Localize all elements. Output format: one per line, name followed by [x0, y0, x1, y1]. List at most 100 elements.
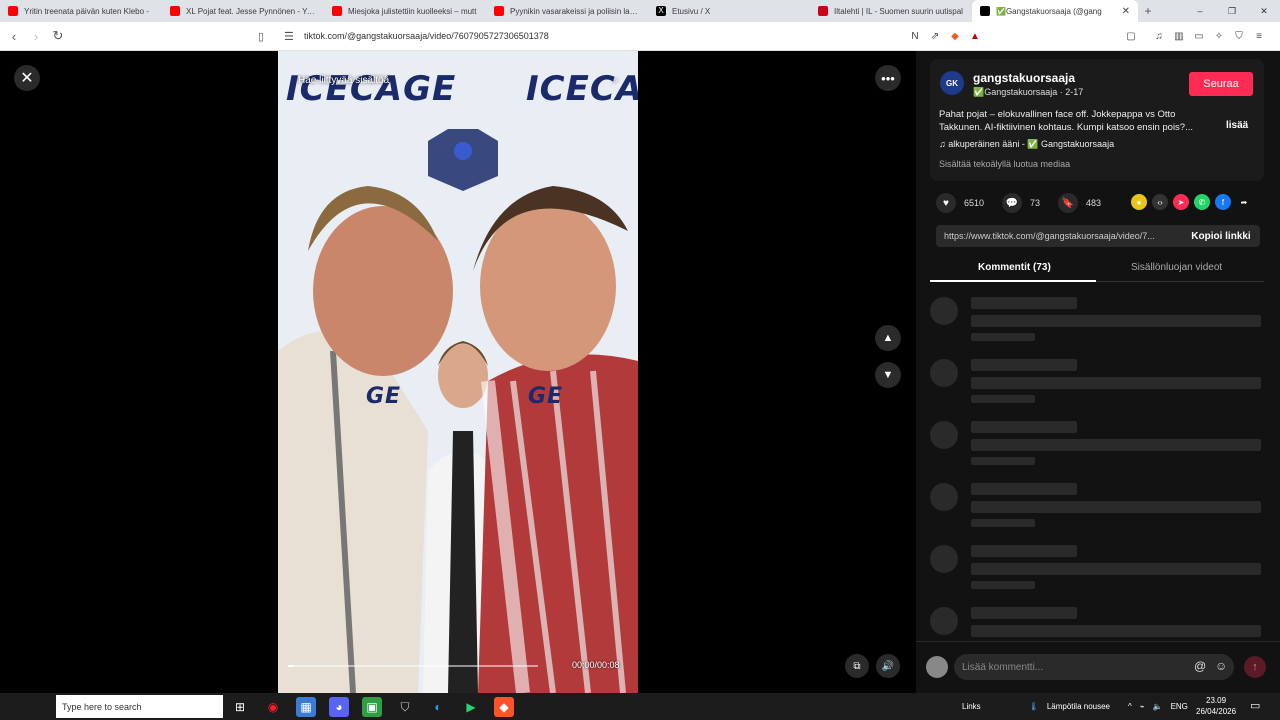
mention-icon[interactable]: @ — [1194, 659, 1206, 673]
sidebar-icon[interactable]: ▥ — [1172, 29, 1186, 43]
comment-skeleton — [930, 545, 1264, 595]
opera-icon[interactable]: ◉ — [263, 697, 283, 717]
next-video-button[interactable]: ▼ — [875, 362, 901, 388]
facebook-icon[interactable]: f — [1215, 194, 1231, 210]
back-icon[interactable]: ‹ — [4, 26, 24, 46]
video-player[interactable]: ICECAGE ICECAGE GE GE Hae liittyvää sisä… — [278, 51, 638, 693]
heart-icon[interactable]: ♥ — [936, 193, 956, 213]
show-more-link[interactable]: lisää — [1226, 120, 1248, 131]
close-window-button[interactable]: ✕ — [1248, 0, 1280, 22]
avatar[interactable]: GK — [940, 71, 964, 95]
share-link-box: https://www.tiktok.com/@gangstakuorsaaja… — [936, 225, 1260, 247]
comment-input[interactable]: Lisää kommentti... — [954, 654, 1234, 680]
music-line[interactable]: ♫ alkuperäinen ääni - ✅ Gangstakuorsaaja — [939, 139, 1114, 150]
browser-tab[interactable]: Pyynikin vasarakeissi ja poliisin laukai — [486, 0, 648, 22]
send-icon[interactable]: ➤ — [1173, 194, 1189, 210]
volume-tray-icon[interactable]: 🔈 — [1153, 702, 1163, 711]
save-count: 483 — [1086, 198, 1102, 208]
username[interactable]: gangstakuorsaaja — [973, 71, 1075, 85]
reload-icon[interactable]: ↻ — [48, 26, 68, 46]
comment-count: 73 — [1030, 198, 1041, 208]
display-name: ✅Gangstakuorsaaja · 2-17 — [973, 87, 1084, 97]
bookmark-icon[interactable]: ▯ — [258, 30, 264, 43]
translate-icon[interactable]: N — [908, 29, 922, 43]
clock-time: 23.09 — [1206, 696, 1227, 705]
tab-creator-videos[interactable]: Sisällönluojan videot — [1131, 262, 1222, 273]
embed-icon[interactable]: ‹› — [1152, 194, 1168, 210]
vpn-icon[interactable]: ⛉ — [1232, 29, 1246, 43]
video-search[interactable]: Hae liittyvää sisältöä ⌕ — [298, 71, 618, 89]
comment-icon[interactable]: 💬 — [1002, 193, 1023, 213]
close-tab-icon[interactable]: ✕ — [1122, 6, 1130, 17]
browser-tab[interactable]: Yritin treenata päivän kuten Klebo - — [0, 0, 162, 22]
copy-link-button[interactable]: Kopioi linkki — [1182, 231, 1260, 242]
brave-icon[interactable]: ◆ — [494, 697, 514, 717]
post-panel: GK gangstakuorsaaja ✅Gangstakuorsaaja · … — [916, 51, 1280, 693]
language-label[interactable]: ENG — [1171, 702, 1188, 711]
volume-button[interactable]: 🔊 — [876, 654, 900, 678]
clock-date: 26/04/2026 — [1196, 707, 1237, 716]
minimize-button[interactable]: – — [1184, 0, 1216, 22]
links-label[interactable]: Links — [962, 702, 981, 711]
video-progress[interactable] — [288, 665, 538, 667]
browser-tab[interactable]: XL Pojat feat. Jesse Pynnönen - YouT — [162, 0, 324, 22]
app-icon[interactable]: ▦ — [296, 697, 316, 717]
taskbar-search[interactable]: Type here to search — [56, 695, 223, 718]
previous-video-button[interactable]: ▲ — [875, 325, 901, 351]
system-tray: Links 🌡 Lämpötila nousee ^ ⌁ 🔈 ENG — [962, 693, 1188, 720]
brave-shield-icon[interactable]: ◆ — [948, 29, 962, 43]
leo-icon[interactable]: ✧ — [1212, 29, 1226, 43]
comment-placeholder: Lisää kommentti... — [962, 661, 1044, 673]
share-arrow-icon[interactable]: ➦ — [1236, 194, 1252, 210]
whatsapp-icon[interactable]: ✆ — [1194, 194, 1210, 210]
app-icon[interactable]: ⛉ — [395, 697, 415, 717]
browser-tab[interactable]: Miesjoka julistettiin kuolleeksi – mutt — [324, 0, 486, 22]
video-timecode: 00:00/00:08 — [572, 660, 620, 670]
share-icon[interactable]: ⇗ — [928, 29, 942, 43]
app-icon[interactable]: ▣ — [362, 697, 382, 717]
network-icon[interactable]: ⌁ — [1140, 702, 1145, 711]
taskbar-search-text: Type here to search — [62, 701, 142, 712]
share-link-text[interactable]: https://www.tiktok.com/@gangstakuorsaaja… — [936, 231, 1182, 241]
comment-skeleton — [930, 483, 1264, 533]
follow-button[interactable]: Seuraa — [1189, 72, 1253, 96]
new-tab-button[interactable]: + — [1138, 4, 1158, 18]
more-options-button[interactable]: ••• — [875, 65, 901, 91]
tab-comments[interactable]: Kommentit (73) — [978, 262, 1051, 273]
edge-icon[interactable]: ◐ — [428, 697, 448, 717]
menu-icon[interactable]: ≡ — [1252, 29, 1266, 43]
tray-chevron-icon[interactable]: ^ — [1128, 702, 1132, 711]
youtube-icon — [494, 6, 504, 16]
coin-icon[interactable]: ● — [1131, 194, 1147, 210]
bookmark-icon[interactable]: 🔖 — [1058, 193, 1079, 213]
comment-skeleton — [930, 297, 1264, 347]
browser-tab-active[interactable]: ✅Gangstakuorsaaja (@gang ✕ — [972, 0, 1138, 22]
brave-rewards-icon[interactable]: ▲ — [968, 29, 982, 43]
wallet-icon[interactable]: ▭ — [1192, 29, 1206, 43]
video-frame — [278, 51, 638, 693]
browser-tab[interactable]: X Etusivu / X — [648, 0, 810, 22]
media-icon[interactable]: ♫ — [1152, 29, 1166, 43]
share-buttons: ● ‹› ➤ ✆ f ➦ — [1131, 194, 1252, 210]
site-settings-icon[interactable]: ☰ — [284, 30, 294, 43]
reader-icon[interactable]: ▢ — [1124, 29, 1138, 43]
browser-tab[interactable]: Iltalehti | IL - Suomen suurin uutispal — [810, 0, 972, 22]
forward-icon[interactable]: › — [26, 26, 46, 46]
task-view-icon[interactable]: ⊞ — [230, 697, 250, 717]
weather-label[interactable]: Lämpötila nousee — [1047, 702, 1110, 711]
close-video-button[interactable]: ✕ — [14, 65, 40, 91]
emoji-icon[interactable]: ☺ — [1215, 659, 1227, 673]
search-icon[interactable]: ⌕ — [612, 75, 618, 86]
taskbar-clock[interactable]: 23.09 26/04/2026 — [1196, 695, 1236, 717]
url-field[interactable]: tiktok.com/@gangstakuorsaaja/video/76079… — [304, 31, 549, 41]
tiktok-icon — [980, 6, 990, 16]
discord-icon[interactable]: ◕ — [329, 697, 349, 717]
maximize-button[interactable]: ❐ — [1216, 0, 1248, 22]
notification-icon[interactable]: ▭ — [1250, 699, 1260, 712]
pip-button[interactable]: ⧉ — [845, 654, 869, 678]
media-player-icon[interactable]: ▶ — [461, 697, 481, 717]
music-label: alkuperäinen ääni - ✅ Gangstakuorsaaja — [948, 139, 1115, 149]
post-info-card: GK gangstakuorsaaja ✅Gangstakuorsaaja · … — [930, 59, 1264, 181]
windows-taskbar: Type here to search ⊞ ◉ ▦ ◕ ▣ ⛉ ◐ ▶ ◆ Li… — [0, 693, 1280, 720]
send-comment-button[interactable]: ↑ — [1244, 656, 1266, 678]
